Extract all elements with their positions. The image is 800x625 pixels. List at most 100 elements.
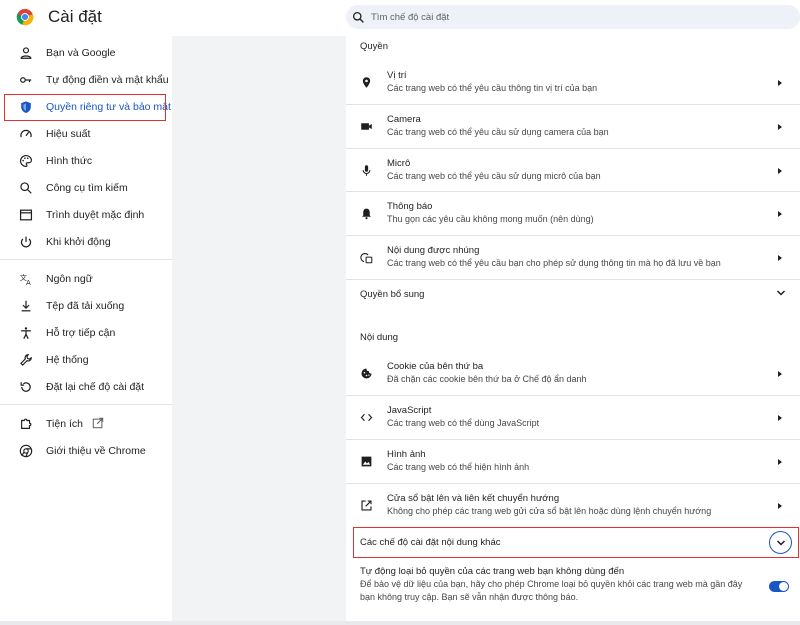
auto-revoke-toggle[interactable] (769, 581, 789, 592)
sidebar-item-label: Hỗ trợ tiếp cận (46, 327, 116, 339)
sidebar-item-label: Hình thức (46, 155, 93, 167)
expand-button[interactable] (769, 531, 792, 554)
microphone-icon (362, 165, 371, 176)
search-input[interactable] (371, 11, 771, 23)
sidebar-item-you-and-google[interactable]: Bạn và Google (0, 40, 172, 66)
additional-permissions-toggle[interactable]: Quyền bổ sung (346, 279, 800, 309)
page-title: Cài đặt (48, 7, 102, 26)
permission-title: Vị trí (387, 70, 407, 81)
permission-description: Thu gọn các yêu cầu không mong muốn (nên… (387, 214, 594, 224)
sidebar-item-appearance[interactable]: Hình thức (0, 148, 172, 174)
permission-title: Micrô (387, 158, 411, 169)
auto-revoke-permissions-row: Tự động loại bỏ quyền của các trang web … (346, 563, 800, 609)
chevron-down-icon (776, 290, 786, 296)
auto-revoke-description: Để bảo vệ dữ liệu của bạn, hãy cho phép … (360, 579, 743, 589)
sidebar-item-languages[interactable]: 文A Ngôn ngữ (0, 266, 172, 292)
sidebar-item-label: Hiệu suất (46, 128, 91, 140)
palette-icon (20, 155, 32, 167)
permission-title: Camera (387, 114, 421, 125)
content-title: JavaScript (387, 405, 432, 416)
auto-revoke-title: Tự động loại bỏ quyền của các trang web … (360, 566, 625, 577)
chrome-icon (19, 444, 33, 458)
power-icon (20, 236, 32, 248)
toggle-knob (779, 582, 788, 591)
sidebar-item-about-chrome[interactable]: Giới thiệu về Chrome (0, 438, 172, 464)
cookie-icon (361, 368, 372, 379)
permission-row-camera[interactable]: Camera Các trang web có thể yêu cầu sử d… (346, 105, 800, 148)
sidebar-item-label: Giới thiệu về Chrome (46, 445, 146, 457)
top-bar: Cài đặt (0, 0, 800, 36)
sidebar-item-downloads[interactable]: Tệp đã tải xuống (0, 293, 172, 319)
download-icon (21, 300, 31, 312)
content-row-popups-redirects[interactable]: Cửa sổ bật lên và liên kết chuyển hướng … (346, 484, 800, 527)
permission-description: Các trang web có thể yêu cầu thông tin v… (387, 83, 598, 93)
browser-icon (19, 209, 33, 221)
sidebar-item-system[interactable]: Hệ thống (0, 347, 172, 373)
permission-row-location[interactable]: Vị trí Các trang web có thể yêu cầu thôn… (346, 61, 800, 104)
puzzle-icon (21, 418, 32, 429)
speedometer-icon (20, 129, 32, 138)
sidebar-item-label: Đặt lại chế độ cài đặt (46, 381, 145, 393)
chevron-right-icon (778, 503, 782, 509)
sidebar-item-on-startup[interactable]: Khi khởi động (0, 229, 172, 255)
chevron-down-icon (776, 539, 785, 546)
content-description: Không cho phép các trang web gửi cửa sổ … (387, 506, 712, 516)
content-description: Các trang web có thể hiện hình ảnh (387, 462, 530, 472)
permission-row-embedded-content[interactable]: Nội dung được nhúng Các trang web có thể… (346, 236, 800, 279)
chevron-right-icon (778, 211, 782, 217)
permission-row-microphone[interactable]: Micrô Các trang web có thể yêu cầu sử dụ… (346, 149, 800, 192)
section-title-content: Nội dung (360, 332, 399, 343)
sidebar-item-accessibility[interactable]: Hỗ trợ tiếp cận (0, 320, 172, 346)
content-row-javascript[interactable]: JavaScript Các trang web có thể dùng Jav… (346, 396, 800, 439)
content-description: Đã chặn các cookie bên thứ ba ở Chế độ ẩ… (387, 374, 587, 384)
key-icon (20, 77, 32, 83)
bottom-bar (0, 621, 800, 625)
auto-revoke-description: bạn không truy cập. Bạn sẽ vẫn nhận được… (360, 592, 579, 602)
content-row-third-party-cookies[interactable]: Cookie của bên thứ ba Đã chặn các cookie… (346, 352, 800, 395)
sidebar-item-label: Hệ thống (46, 354, 89, 366)
sidebar-item-label: Tệp đã tải xuống (46, 300, 125, 312)
sidebar-item-default-browser[interactable]: Trình duyệt mặc định (0, 202, 172, 228)
content-title: Cửa sổ bật lên và liên kết chuyển hướng (387, 493, 560, 504)
permission-row-notifications[interactable]: Thông báo Thu gọn các yêu cầu không mong… (346, 192, 800, 235)
search-icon (352, 11, 364, 23)
sidebar-item-search-engine[interactable]: Công cụ tìm kiếm (0, 175, 172, 201)
section-title-permissions: Quyền (360, 41, 388, 52)
sidebar-item-label: Công cụ tìm kiếm (46, 182, 128, 194)
chevron-right-icon (778, 459, 782, 465)
sidebar-item-label: Bạn và Google (46, 47, 116, 59)
permission-title: Thông báo (387, 201, 433, 212)
chevron-right-icon (778, 168, 782, 174)
chevron-right-icon (778, 80, 782, 86)
permission-description: Các trang web có thể yêu cầu sử dụng mic… (387, 171, 601, 181)
content-title: Hình ảnh (387, 449, 426, 460)
search-icon (20, 182, 32, 194)
sidebar-item-extensions[interactable]: Tiện ích (0, 411, 172, 437)
sidebar-item-performance[interactable]: Hiệu suất (0, 121, 172, 147)
open-external-icon (92, 417, 104, 429)
chevron-right-icon (778, 371, 782, 377)
highlight-box (4, 94, 166, 121)
chevron-right-icon (778, 415, 782, 421)
sidebar-item-reset[interactable]: Đặt lại chế độ cài đặt (0, 374, 172, 400)
camera-icon (361, 123, 372, 130)
settings-panel: Quyền Vị trí Các trang web có thể yêu cầ… (346, 36, 800, 625)
content-row-images[interactable]: Hình ảnh Các trang web có thể hiện hình … (346, 440, 800, 483)
image-icon (361, 456, 372, 467)
reset-icon (20, 382, 31, 392)
sidebar-item-label: Ngôn ngữ (46, 273, 93, 285)
sidebar: Bạn và Google Tự động điền và mật khẩu Q… (0, 36, 172, 625)
chrome-logo-icon (16, 8, 34, 26)
highlight-box (353, 527, 799, 558)
content-description: Các trang web có thể dùng JavaScript (387, 418, 540, 428)
open-external-icon (361, 500, 372, 511)
accessibility-icon (21, 327, 31, 339)
sidebar-item-autofill[interactable]: Tự động điền và mật khẩu (0, 67, 172, 93)
content-title: Cookie của bên thứ ba (387, 361, 484, 372)
permission-description: Các trang web có thể yêu cầu bạn cho phé… (387, 258, 721, 268)
person-icon (20, 47, 32, 59)
sidebar-item-label: Trình duyệt mặc định (46, 209, 145, 221)
bell-icon (362, 208, 371, 220)
chevron-right-icon (778, 255, 782, 261)
search-box[interactable] (346, 5, 800, 29)
